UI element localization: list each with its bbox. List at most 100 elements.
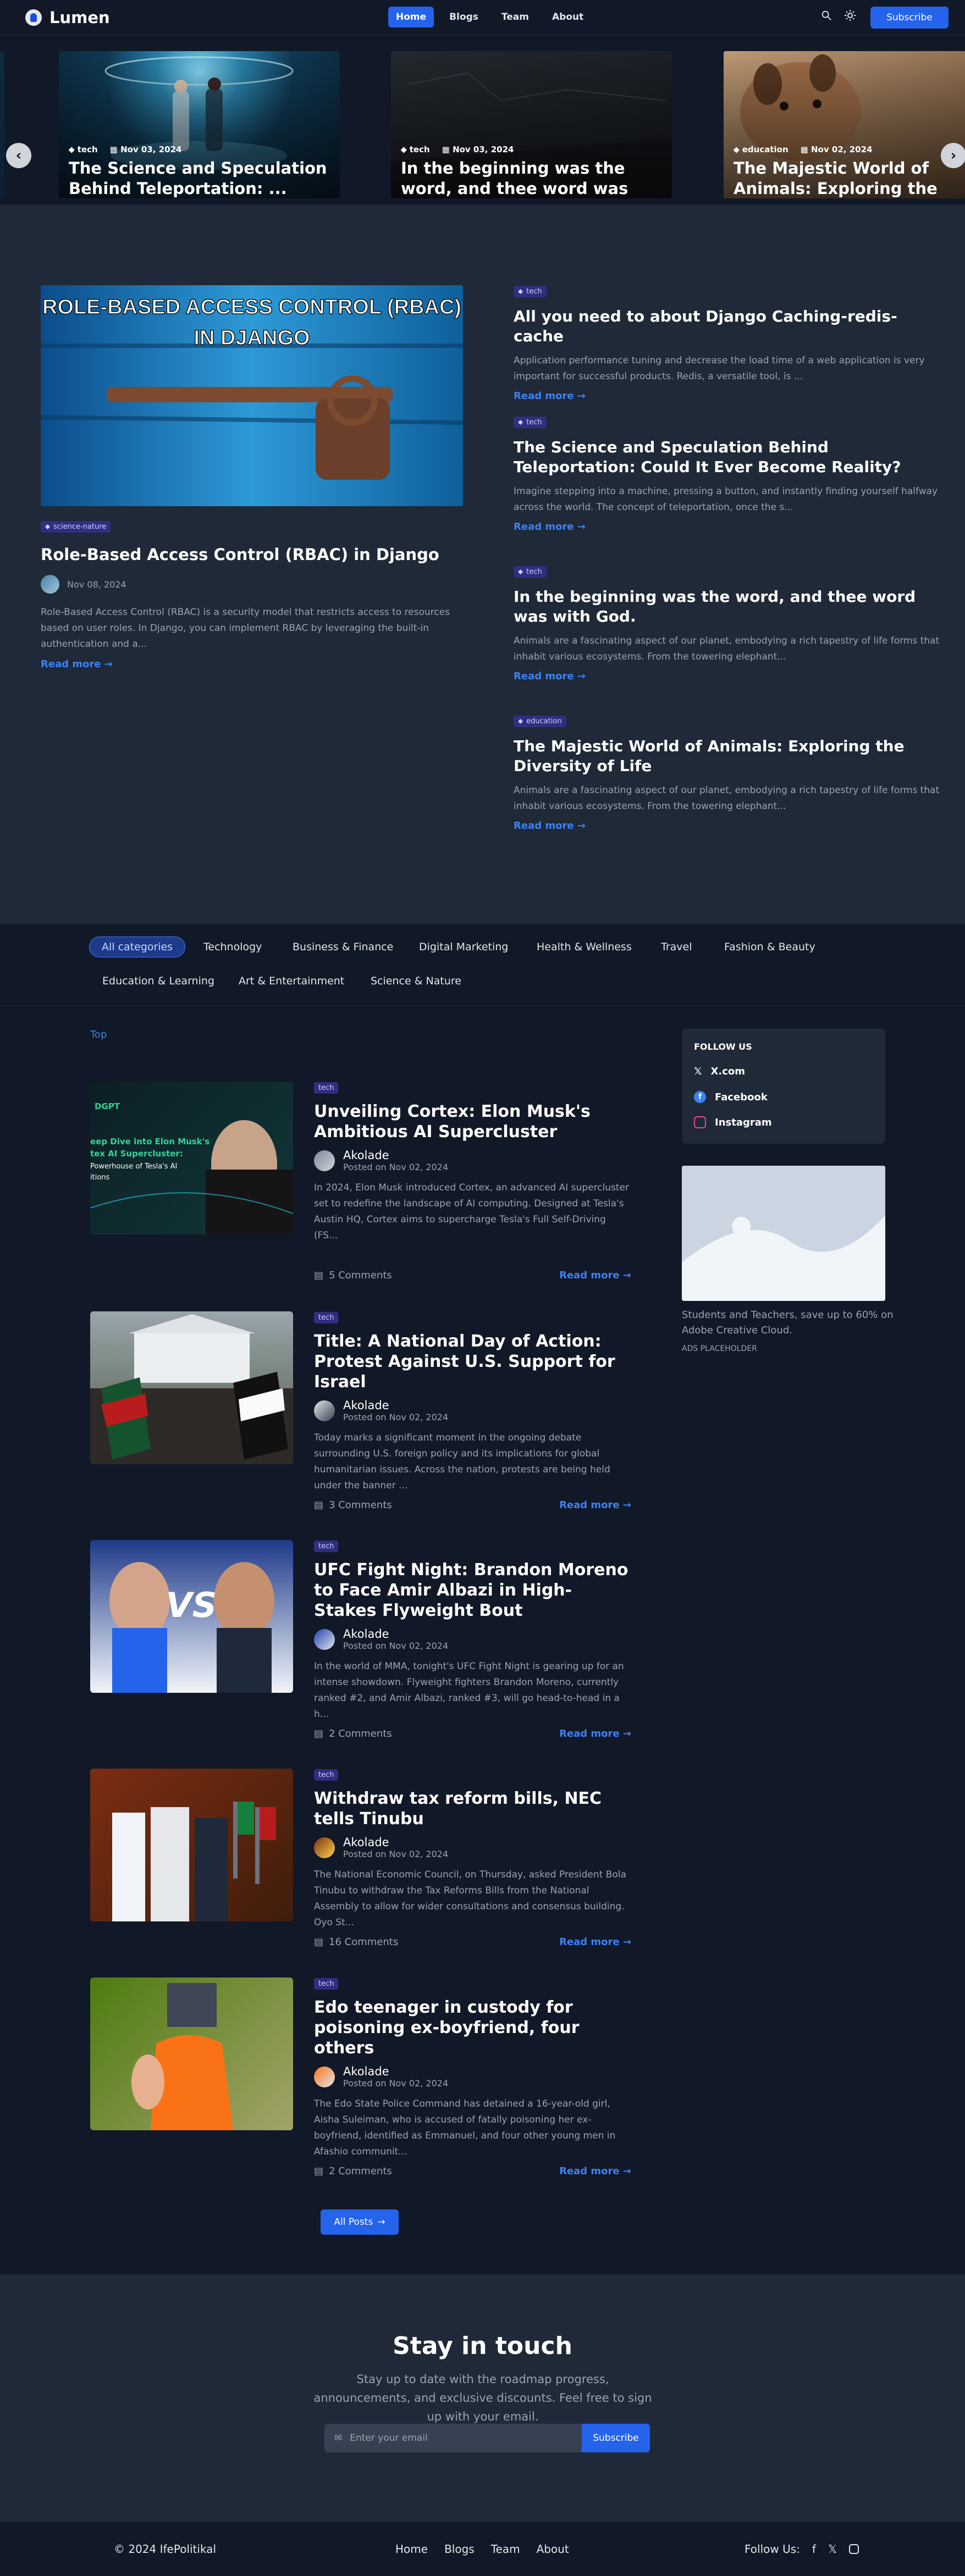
post-title[interactable]: UFC Fight Night: Brandon Moreno to Face … (314, 1560, 631, 1621)
category-badge[interactable]: tech (314, 1978, 339, 1990)
featured-title[interactable]: Role-Based Access Control (RBAC) in Djan… (41, 545, 463, 564)
newsletter-subscribe-button[interactable]: Subscribe (582, 2424, 650, 2452)
slide-card[interactable]: ⬥ tech ▦ Nov 03, 2024 In the beginning w… (391, 51, 672, 198)
post-read-more[interactable]: Read more → (559, 1728, 631, 1740)
category-chip[interactable]: Education & Learning (90, 971, 227, 991)
hero-slider: ‹ ⬥ tech ▦ Nov 03, 2024 The Science and … (0, 35, 965, 204)
comments-link[interactable]: ▤ 2 Comments (314, 2165, 392, 2177)
nav-team[interactable]: Team (494, 7, 537, 27)
category-badge[interactable]: tech (314, 1541, 339, 1552)
category-chip[interactable]: Technology (191, 937, 274, 957)
post-image[interactable] (90, 1769, 293, 1921)
side-post-title[interactable]: The Science and Speculation Behind Telep… (514, 437, 941, 477)
author-name[interactable]: Akolade (343, 1399, 448, 1412)
subscribe-button[interactable]: Subscribe (870, 7, 949, 29)
category-badge[interactable]: tech (314, 1769, 339, 1781)
side-post-read-more[interactable]: Read more → (514, 671, 586, 682)
category-chip[interactable]: Art & Entertainment (227, 971, 356, 991)
featured-read-more[interactable]: Read more → (41, 658, 113, 670)
social-link-instagram[interactable]: Instagram (694, 1116, 772, 1128)
post-title[interactable]: Withdraw tax reform bills, NEC tells Tin… (314, 1788, 631, 1829)
side-post-title[interactable]: All you need to about Django Caching-red… (514, 307, 941, 346)
author-name[interactable]: Akolade (343, 1627, 448, 1641)
chevron-right-icon[interactable]: › (941, 143, 965, 168)
footer-team[interactable]: Team (491, 2542, 520, 2556)
post-read-more[interactable]: Read more → (559, 1499, 631, 1511)
social-link-x[interactable]: 𝕏 X.com (694, 1066, 745, 1077)
side-post-read-more[interactable]: Read more → (514, 521, 586, 533)
featured-section: ROLE-BASED ACCESS CONTROL (RBAC) IN DJAN… (0, 204, 965, 924)
footer-home[interactable]: Home (395, 2542, 428, 2556)
comments-link[interactable]: ▤ 16 Comments (314, 1936, 398, 1948)
side-post-read-more[interactable]: Read more → (514, 820, 586, 832)
post-title[interactable]: Unveiling Cortex: Elon Musk's Ambitious … (314, 1101, 631, 1142)
slide-card[interactable]: ⬥ tech ▦ Nov 03, 2024 The Science and Sp… (59, 51, 340, 198)
category-badge[interactable]: ⬥ tech (514, 566, 547, 578)
slide-card[interactable]: ⬥ education ▦ Nov 02, 2024 The Majestic … (724, 51, 965, 198)
post-date: Posted on Nov 02, 2024 (343, 1412, 449, 1422)
side-post-read-more[interactable]: Read more → (514, 390, 586, 402)
slide-title[interactable]: The Science and Speculation Behind Telep… (69, 158, 327, 198)
category-badge[interactable]: ⬥ tech (514, 417, 547, 428)
comments-link[interactable]: ▤ 5 Comments (314, 1270, 392, 1281)
instagram-icon[interactable] (849, 2544, 859, 2554)
category-chip-active[interactable]: All categories (89, 937, 186, 957)
post-read-more[interactable]: Read more → (559, 1270, 631, 1281)
post-image[interactable]: VS (90, 1540, 293, 1693)
all-posts-button[interactable]: All Posts → (321, 2209, 399, 2235)
facebook-icon[interactable]: f (812, 2542, 816, 2556)
comments-link[interactable]: ▤ 3 Comments (314, 1499, 392, 1511)
chevron-left-icon[interactable]: ‹ (6, 143, 31, 168)
nav-about[interactable]: About (544, 7, 591, 27)
brand-logo-link[interactable]: Lumen (25, 8, 110, 27)
slide-title[interactable]: In the beginning was the word, and thee … (401, 158, 659, 198)
category-badge[interactable]: tech (314, 1082, 339, 1094)
author-row: Akolade Posted on Nov 02, 2024 (314, 1399, 631, 1422)
email-field[interactable]: ✉ Enter your email (324, 2424, 582, 2452)
featured-image[interactable]: ROLE-BASED ACCESS CONTROL (RBAC) IN DJAN… (41, 285, 463, 506)
nav-home[interactable]: Home (388, 7, 434, 27)
nav-blogs[interactable]: Blogs (442, 7, 486, 27)
post-image-text: Powerhouse of Tesla's AI (90, 1162, 177, 1171)
post-image[interactable] (90, 1977, 293, 2130)
post-body: tech Edo teenager in custody for poisoni… (314, 1977, 631, 2160)
footer-blogs[interactable]: Blogs (444, 2542, 475, 2556)
category-badge[interactable]: ⬥ education (514, 716, 566, 727)
side-post-title[interactable]: The Majestic World of Animals: Exploring… (514, 736, 941, 776)
post-read-more[interactable]: Read more → (559, 1936, 631, 1948)
category-chip[interactable]: Business & Finance (280, 937, 405, 957)
side-post-excerpt: Application performance tuning and decre… (514, 355, 925, 382)
post-body: tech Withdraw tax reform bills, NEC tell… (314, 1769, 631, 1931)
post-title[interactable]: Edo teenager in custody for poisoning ex… (314, 1997, 631, 2058)
category-chip[interactable]: Digital Marketing (407, 937, 520, 957)
category-badge[interactable]: ⬥ tech (514, 286, 547, 297)
featured-category-badge[interactable]: ⬥ science-nature (41, 520, 111, 533)
slide-partial[interactable] (0, 51, 4, 198)
social-link-facebook[interactable]: f Facebook (694, 1091, 768, 1103)
search-icon[interactable] (820, 9, 832, 24)
avatar (314, 1628, 335, 1650)
author-name[interactable]: Akolade (343, 2065, 448, 2078)
category-chip[interactable]: Travel (649, 937, 704, 957)
author-name[interactable]: Akolade (343, 1836, 448, 1849)
post-image[interactable] (90, 1311, 293, 1464)
footer-about[interactable]: About (537, 2542, 569, 2556)
avatar (41, 575, 59, 594)
ad-image[interactable] (682, 1166, 885, 1301)
side-post: ⬥ tech The Science and Speculation Behind… (514, 416, 941, 533)
category-chip[interactable]: Fashion & Beauty (712, 937, 828, 957)
post-read-more[interactable]: Read more → (559, 2165, 631, 2177)
x-icon[interactable]: 𝕏 (828, 2542, 837, 2556)
featured-excerpt: Role-Based Access Control (RBAC) is a se… (41, 607, 450, 650)
sun-icon[interactable] (843, 9, 857, 24)
post-title[interactable]: Title: A National Day of Action: Protest… (314, 1331, 631, 1392)
author-name[interactable]: Akolade (343, 1149, 448, 1162)
category-badge[interactable]: tech (314, 1312, 339, 1323)
category-chip[interactable]: Health & Wellness (525, 937, 644, 957)
slide-title[interactable]: The Majestic World of Animals: Exploring… (734, 158, 965, 198)
post-image[interactable]: DGPT eep Dive into Elon Musk's tex AI Supe… (90, 1082, 293, 1234)
comments-link[interactable]: ▤ 2 Comments (314, 1728, 392, 1740)
side-post-title[interactable]: In the beginning was the word, and thee … (514, 587, 941, 627)
side-post: ⬥ education The Majestic World of Animals… (514, 715, 941, 832)
category-chip[interactable]: Science & Nature (359, 971, 473, 991)
